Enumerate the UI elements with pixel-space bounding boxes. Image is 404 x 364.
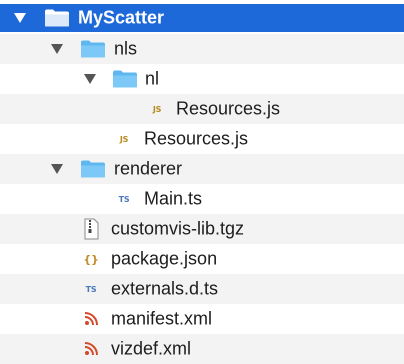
tree-item-label: renderer xyxy=(114,158,183,179)
disclosure-triangle-icon[interactable] xyxy=(51,44,63,54)
disclosure-triangle-icon[interactable] xyxy=(51,164,63,174)
disclosure-triangle-icon[interactable] xyxy=(84,74,96,84)
tree-item-package-json[interactable]: {} package.json xyxy=(0,244,404,274)
tree-item-vizdef-xml[interactable]: vizdef.xml xyxy=(0,334,404,364)
tree-item-nl-resources-js[interactable]: JS Resources.js xyxy=(0,94,404,124)
tree-item-label: Main.ts xyxy=(144,188,203,209)
javascript-file-icon: JS xyxy=(152,104,162,114)
tree-item-nl[interactable]: nl xyxy=(0,64,404,94)
tree-item-nls-resources-js[interactable]: JS Resources.js xyxy=(0,124,404,154)
tree-item-label: externals.d.ts xyxy=(111,278,219,299)
typescript-file-icon: TS xyxy=(85,284,97,294)
tree-item-label: nls xyxy=(114,38,138,59)
tree-item-label: package.json xyxy=(111,248,218,269)
tree-item-nls[interactable]: nls xyxy=(0,34,404,64)
folder-icon xyxy=(45,9,69,27)
tree-item-myscatter[interactable]: MyScatter xyxy=(0,4,404,32)
tree-item-label: Resources.js xyxy=(144,128,249,149)
folder-icon xyxy=(113,70,137,88)
xml-feed-file-icon xyxy=(84,342,98,356)
typescript-file-icon: TS xyxy=(118,194,130,204)
tree-item-renderer[interactable]: renderer xyxy=(0,154,404,184)
tree-item-label: vizdef.xml xyxy=(111,338,192,359)
tree-item-label: MyScatter xyxy=(78,7,165,28)
xml-feed-file-icon xyxy=(84,312,98,326)
tree-item-main-ts[interactable]: TS Main.ts xyxy=(0,184,404,214)
tree-item-label: customvis-lib.tgz xyxy=(111,218,245,239)
file-tree: MyScatter nls nl JS Resources.js JS Reso… xyxy=(0,0,404,364)
tree-item-manifest-xml[interactable]: manifest.xml xyxy=(0,304,404,334)
folder-icon xyxy=(81,40,105,58)
json-file-icon: {} xyxy=(83,252,99,266)
tree-item-customvis-lib-tgz[interactable]: customvis-lib.tgz xyxy=(0,214,404,244)
folder-icon xyxy=(81,160,105,178)
tree-item-externals-d-ts[interactable]: TS externals.d.ts xyxy=(0,274,404,304)
tree-item-label: nl xyxy=(145,68,160,89)
archive-file-icon xyxy=(84,218,99,240)
tree-item-label: manifest.xml xyxy=(111,308,213,329)
javascript-file-icon: JS xyxy=(119,134,129,144)
tree-item-label: Resources.js xyxy=(176,98,281,119)
disclosure-triangle-icon[interactable] xyxy=(14,13,26,23)
